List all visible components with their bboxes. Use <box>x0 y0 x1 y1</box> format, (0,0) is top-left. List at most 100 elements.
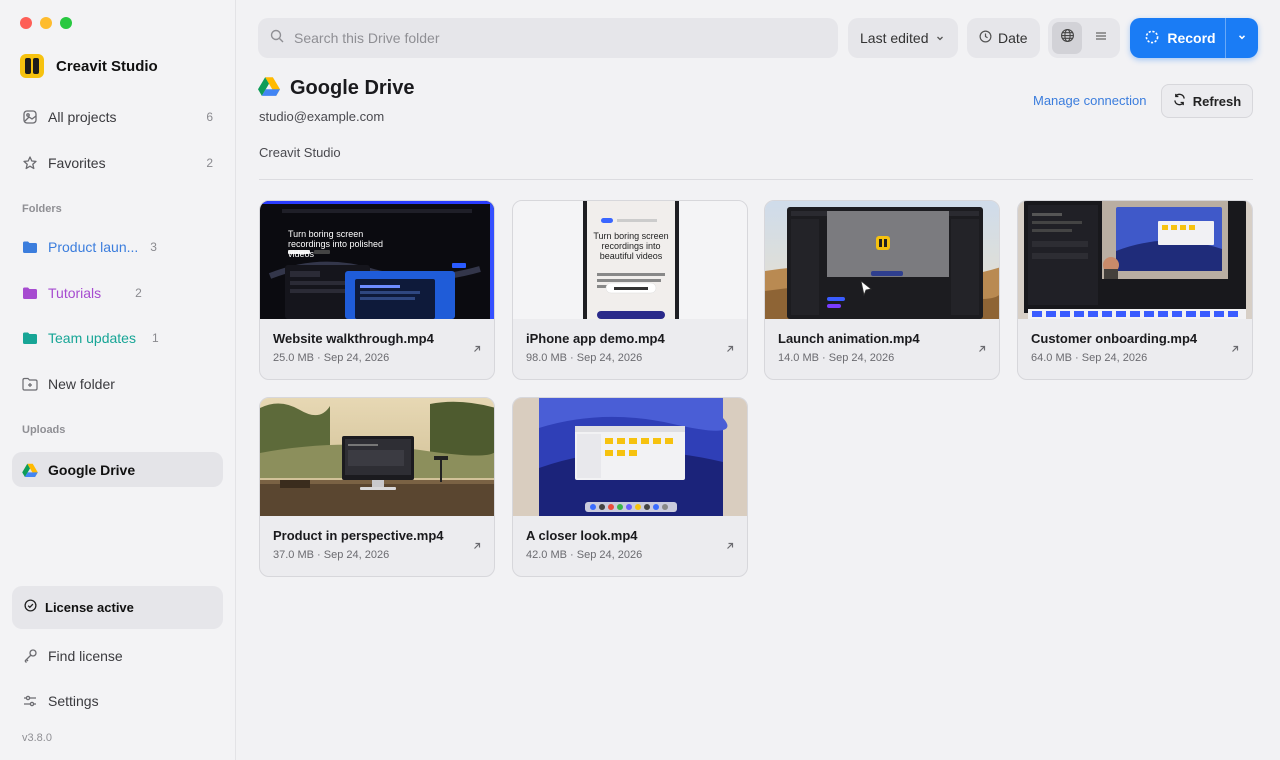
folder-count: 3 <box>150 240 157 254</box>
sidebar-item-tutorials[interactable]: Tutorials 2 <box>12 275 223 311</box>
list-icon <box>1095 29 1107 47</box>
record-button[interactable]: Record <box>1130 18 1225 58</box>
file-card[interactable]: Customer onboarding.mp4 64.0 MB · Sep 24… <box>1017 200 1253 380</box>
open-external-icon[interactable] <box>977 341 987 359</box>
breadcrumb[interactable]: Creavit Studio <box>259 145 341 160</box>
chevron-down-icon <box>1237 29 1247 47</box>
file-card[interactable]: A closer look.mp4 42.0 MB · Sep 24, 2026 <box>512 397 748 577</box>
find-license-label: Find license <box>48 648 123 664</box>
record-dashed-circle-icon <box>1145 30 1159 47</box>
new-folder-button[interactable]: New folder <box>12 366 223 402</box>
google-drive-icon <box>22 462 38 478</box>
sidebar-item-product-launch[interactable]: Product laun... 3 <box>12 229 223 265</box>
minimize-window-button[interactable] <box>40 17 52 29</box>
folder-icon <box>22 330 38 346</box>
manage-connection-link[interactable]: Manage connection <box>1033 93 1146 108</box>
open-external-icon[interactable] <box>472 538 482 556</box>
refresh-icon <box>1173 93 1186 109</box>
sidebar-item-favorites[interactable]: Favorites 2 <box>12 145 223 181</box>
folder-label: Tutorials <box>48 285 102 301</box>
folder-icon <box>22 285 38 301</box>
new-folder-label: New folder <box>48 376 115 392</box>
window-controls <box>20 17 72 29</box>
sidebar-item-label: Favorites <box>48 155 106 171</box>
folder-icon <box>22 239 38 255</box>
chevron-down-icon <box>935 30 945 46</box>
file-card[interactable]: Turn boring screen recordings into polis… <box>259 200 495 380</box>
file-name: Product in perspective.mp4 <box>273 528 444 543</box>
account-email: studio@example.com <box>259 109 385 124</box>
thumbnail-headline: Turn boring screen recordings into beaut… <box>593 231 669 261</box>
page-header: Google Drive <box>258 76 414 101</box>
license-status[interactable]: License active <box>12 586 223 629</box>
search-icon <box>270 29 284 48</box>
folder-label: Team updates <box>48 330 136 346</box>
video-thumbnail: Turn boring screen recordings into polis… <box>260 201 494 319</box>
star-icon <box>22 155 38 171</box>
app-version: v3.8.0 <box>22 732 52 744</box>
file-meta: 37.0 MB · Sep 24, 2026 <box>273 549 390 561</box>
app-name: Creavit Studio <box>56 57 158 75</box>
video-thumbnail <box>1018 201 1252 319</box>
clock-icon <box>979 30 992 46</box>
globe-icon <box>1060 28 1075 48</box>
thumbnail-headline: Turn boring screen recordings into polis… <box>288 229 384 259</box>
open-external-icon[interactable] <box>725 341 735 359</box>
video-thumbnail <box>513 398 747 516</box>
list-view-button[interactable] <box>1086 22 1116 54</box>
file-meta: 25.0 MB · Sep 24, 2026 <box>273 352 390 364</box>
grid-view-button[interactable] <box>1052 22 1082 54</box>
video-thumbnail: Turn boring screen recordings into beaut… <box>513 201 747 319</box>
uploads-section-title: Uploads <box>22 424 66 436</box>
sidebar-item-label: Google Drive <box>48 461 136 478</box>
open-external-icon[interactable] <box>725 538 735 556</box>
video-thumbnail <box>765 201 999 319</box>
sidebar-item-google-drive[interactable]: Google Drive <box>12 452 223 487</box>
refresh-label: Refresh <box>1192 93 1242 109</box>
sliders-icon <box>22 693 38 709</box>
folders-section-title: Folders <box>22 203 62 215</box>
item-count: 6 <box>206 110 213 124</box>
sort-dropdown[interactable]: Last edited <box>848 18 958 58</box>
record-button-group: Record <box>1130 18 1258 58</box>
folder-count: 1 <box>151 331 159 345</box>
sidebar-item-team-updates[interactable]: Team updates 1 <box>12 320 223 356</box>
file-name: Website walkthrough.mp4 <box>273 331 434 346</box>
folder-count: 2 <box>135 286 142 300</box>
record-options-button[interactable] <box>1226 18 1258 58</box>
settings-button[interactable]: Settings <box>12 683 223 719</box>
license-label: License active <box>45 600 134 615</box>
brand: Creavit Studio <box>20 54 158 78</box>
zoom-window-button[interactable] <box>60 17 72 29</box>
google-drive-icon <box>258 76 280 101</box>
file-name: Customer onboarding.mp4 <box>1031 331 1198 346</box>
folder-label: Product laun... <box>48 239 139 255</box>
open-external-icon[interactable] <box>1230 341 1240 359</box>
file-meta: 98.0 MB · Sep 24, 2026 <box>526 352 643 364</box>
file-meta: 14.0 MB · Sep 24, 2026 <box>778 352 895 364</box>
record-label: Record <box>1167 30 1216 46</box>
image-stack-icon <box>22 109 38 125</box>
date-filter-button[interactable]: Date <box>967 18 1040 58</box>
file-card[interactable]: Launch animation.mp4 14.0 MB · Sep 24, 2… <box>764 200 1000 380</box>
check-circle-icon <box>24 598 37 617</box>
sidebar-item-all-projects[interactable]: All projects 6 <box>12 99 223 135</box>
sidebar: Creavit Studio All projects 6 Favorites … <box>0 0 236 760</box>
sort-label: Last edited <box>860 30 929 46</box>
view-toggle <box>1048 18 1120 58</box>
app-logo-icon <box>20 54 44 78</box>
file-card[interactable]: Product in perspective.mp4 37.0 MB · Sep… <box>259 397 495 577</box>
close-window-button[interactable] <box>20 17 32 29</box>
refresh-button[interactable]: Refresh <box>1161 84 1253 118</box>
file-name: Launch animation.mp4 <box>778 331 920 346</box>
search-input[interactable] <box>294 30 826 46</box>
search-bar[interactable] <box>258 18 838 58</box>
key-icon <box>22 648 38 664</box>
file-card[interactable]: Turn boring screen recordings into beaut… <box>512 200 748 380</box>
folder-plus-icon <box>22 376 38 392</box>
video-thumbnail <box>260 398 494 516</box>
page-title: Google Drive <box>290 77 415 99</box>
find-license-button[interactable]: Find license <box>12 638 223 674</box>
item-count: 2 <box>206 156 213 170</box>
open-external-icon[interactable] <box>472 341 482 359</box>
